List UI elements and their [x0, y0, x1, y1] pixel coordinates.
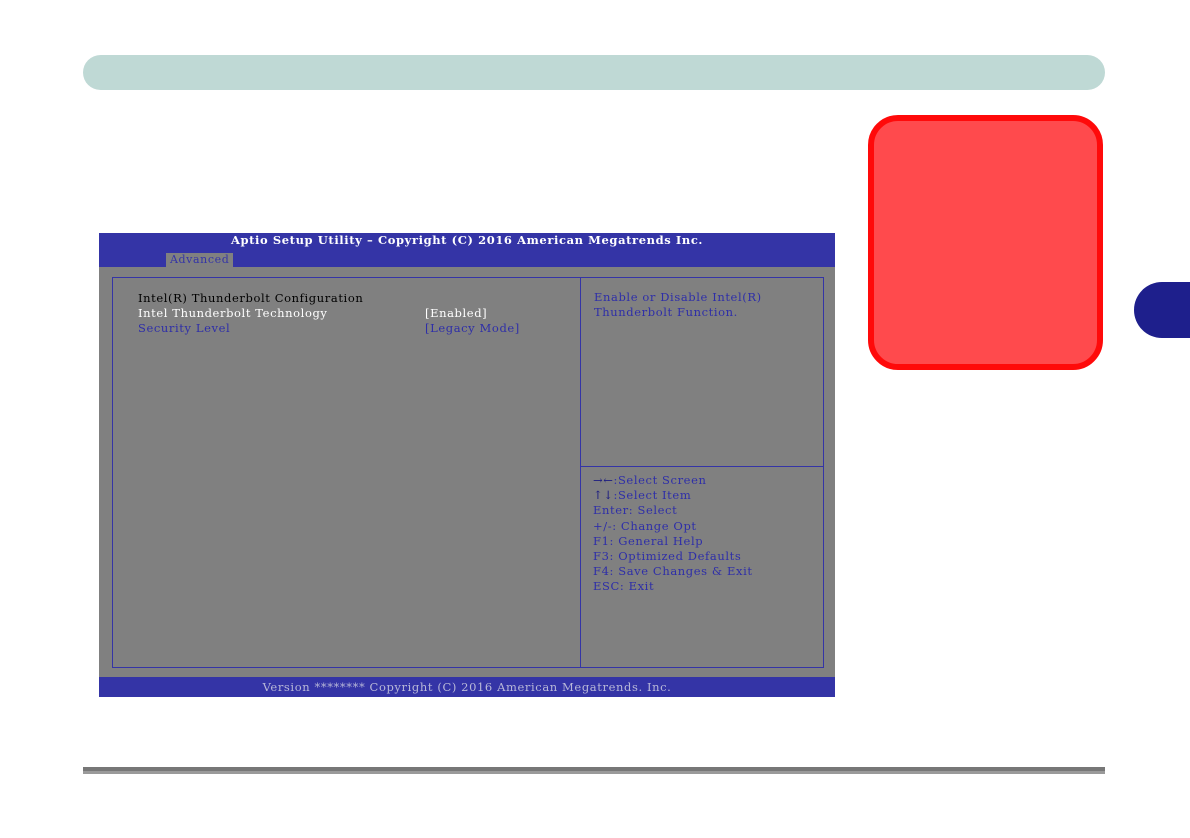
help-text: Enable or Disable Intel(R) Thunderbolt F…	[594, 290, 762, 319]
callout-box	[868, 115, 1103, 370]
key-legend-item: →←:Select Screen	[593, 473, 707, 487]
bios-title: Aptio Setup Utility – Copyright (C) 2016…	[230, 233, 704, 247]
setting-thunderbolt-technology-value[interactable]: [Enabled]	[425, 306, 487, 321]
section-heading: Intel(R) Thunderbolt Configuration	[138, 291, 364, 305]
chapter-tab	[1134, 282, 1190, 338]
bios-version: Version ******** Copyright (C) 2016 Amer…	[262, 680, 672, 694]
setting-security-level[interactable]: Security Level	[138, 321, 230, 336]
bios-main-panel: Intel(R) Thunderbolt Configuration Intel…	[112, 277, 824, 668]
key-legend: →←:Select Screen ↑↓:Select Item Enter: S…	[593, 473, 753, 595]
key-legend-item: F4: Save Changes & Exit	[593, 564, 753, 579]
key-legend-item: F1: General Help	[593, 533, 704, 548]
setting-security-level-value[interactable]: [Legacy Mode]	[425, 321, 520, 336]
arrows-left-right-icon: →←	[593, 473, 614, 487]
key-legend-item: ESC: Exit	[593, 579, 655, 594]
key-legend-item: +/-: Change Opt	[593, 518, 697, 533]
bios-footer: Version ******** Copyright (C) 2016 Amer…	[99, 677, 835, 697]
panel-divider	[580, 278, 581, 667]
help-divider	[581, 466, 823, 467]
key-legend-item: Enter: Select	[593, 503, 678, 518]
key-legend-item: ↑↓:Select Item	[593, 488, 692, 503]
bios-setup-screen: Aptio Setup Utility – Copyright (C) 2016…	[99, 233, 835, 697]
chapter-header-banner	[83, 55, 1105, 90]
key-legend-item: F3: Optimized Defaults	[593, 549, 742, 564]
bios-header: Aptio Setup Utility – Copyright (C) 2016…	[99, 233, 835, 267]
tab-advanced[interactable]: Advanced	[166, 253, 234, 267]
arrows-up-down-icon: ↑↓	[593, 488, 614, 503]
setting-thunderbolt-technology[interactable]: Intel Thunderbolt Technology	[138, 306, 328, 321]
bottom-rule	[83, 767, 1105, 774]
